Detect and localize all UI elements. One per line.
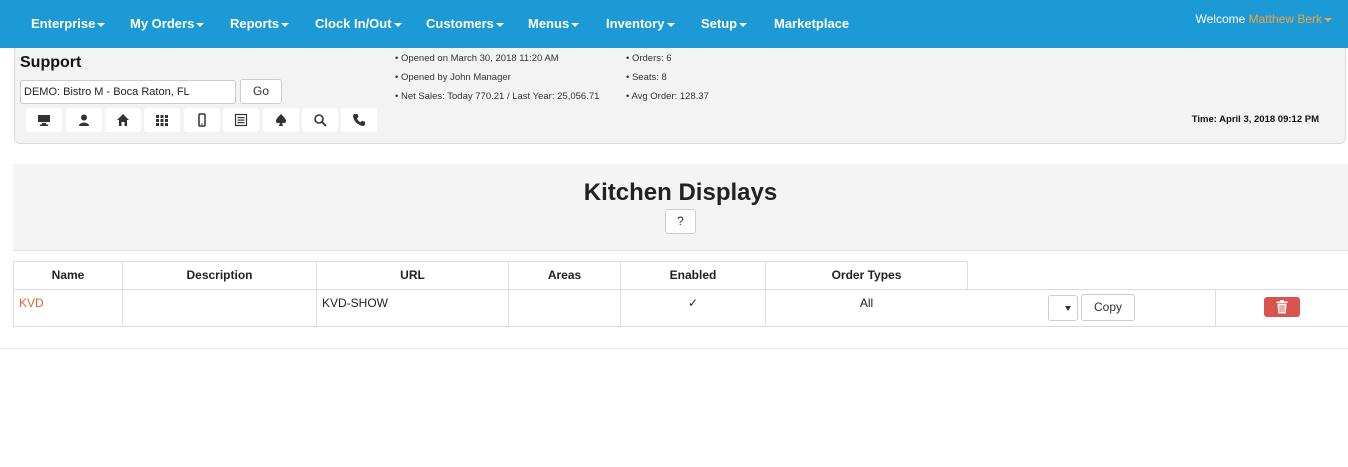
caret-down-icon [97, 22, 106, 27]
nav-item-marketplace[interactable]: Marketplace [774, 16, 849, 31]
info-net-sales: • Net Sales: Today 770.21 / Last Year: 2… [395, 91, 600, 102]
mobile-button[interactable] [184, 108, 220, 132]
phone-button[interactable] [341, 108, 377, 132]
column-header-order-types: Order Types [765, 261, 968, 290]
welcome-text: Welcome [1195, 12, 1246, 26]
user-name: Matthew Berk [1248, 12, 1322, 26]
welcome-area: Welcome Matthew Berk [1195, 12, 1332, 26]
nav-item-enterprise[interactable]: Enterprise [31, 16, 106, 31]
info-opened-by: • Opened by John Manager [395, 72, 511, 83]
search-button[interactable] [302, 108, 338, 132]
copy-dropdown[interactable] [1048, 295, 1078, 321]
grid-button[interactable] [144, 108, 180, 132]
copy-button[interactable]: Copy [1081, 294, 1135, 321]
spade-button[interactable] [263, 108, 299, 132]
caret-down-icon [571, 22, 580, 27]
caret-down-icon [393, 22, 402, 27]
url-value: KVD-SHOW [322, 296, 388, 310]
grid-icon [156, 115, 168, 126]
cell-url: KVD-SHOW [316, 289, 509, 327]
caret-down-icon [495, 22, 504, 27]
go-button[interactable]: Go [240, 79, 282, 104]
user-menu[interactable]: Matthew Berk [1249, 12, 1332, 26]
nav-item-customers[interactable]: Customers [426, 16, 504, 31]
caret-down-icon [1324, 17, 1332, 22]
divider [0, 348, 1348, 349]
delete-button[interactable] [1264, 297, 1300, 317]
nav-label: Customers [426, 16, 494, 31]
nav-item-my-orders[interactable]: My Orders [130, 16, 205, 31]
page-header: Kitchen Displays ? [13, 164, 1348, 251]
nav-label: My Orders [130, 16, 195, 31]
nav-label: Reports [230, 16, 280, 31]
nav-item-setup[interactable]: Setup [701, 16, 748, 31]
column-header-description: Description [122, 261, 317, 290]
caret-down-icon [666, 22, 675, 27]
nav-label: Setup [701, 16, 738, 31]
column-header-name: Name [13, 261, 123, 290]
caret-down-icon [196, 22, 205, 27]
enabled-check: ✓ [687, 296, 699, 310]
nav-label: Clock In/Out [315, 16, 392, 31]
top-nav-bar: Enterprise My Orders Reports Clock In/Ou… [0, 0, 1348, 48]
user-button[interactable] [66, 108, 102, 132]
home-button[interactable] [105, 108, 141, 132]
current-time: Time: April 3, 2018 09:12 PM [1191, 114, 1319, 125]
store-search-input[interactable] [20, 80, 236, 104]
caret-down-icon [739, 22, 748, 27]
trash-icon [1276, 300, 1288, 314]
help-button[interactable]: ? [665, 209, 696, 234]
list-icon [234, 113, 248, 127]
nav-item-inventory[interactable]: Inventory [606, 16, 675, 31]
support-title: Support [20, 54, 82, 71]
cell-order-types: All [765, 289, 968, 327]
caret-down-icon [281, 22, 290, 27]
home-icon [117, 114, 129, 126]
kvd-name-link[interactable]: KVD [19, 296, 44, 310]
nav-label: Menus [528, 16, 570, 31]
monitor-icon [38, 115, 50, 126]
nav-item-reports[interactable]: Reports [230, 16, 290, 31]
search-icon [314, 114, 327, 127]
column-header-areas: Areas [508, 261, 621, 290]
column-header-url: URL [316, 261, 509, 290]
info-seats: • Seats: 8 [626, 72, 667, 83]
user-icon [79, 114, 89, 126]
info-avg-order: • Avg Order: 128.37 [626, 91, 709, 102]
info-orders: • Orders: 6 [626, 53, 672, 64]
cell-name: KVD [13, 289, 123, 327]
list-button[interactable] [223, 108, 259, 132]
spade-icon [276, 114, 286, 126]
nav-item-menus[interactable]: Menus [528, 16, 580, 31]
order-types-value: All [859, 296, 874, 310]
phone-icon [353, 114, 365, 126]
nav-label: Inventory [606, 16, 665, 31]
mobile-icon [198, 113, 206, 127]
info-opened-on: • Opened on March 30, 2018 11:20 AM [395, 53, 559, 64]
cell-description [122, 289, 317, 327]
cell-enabled: ✓ [620, 289, 766, 327]
monitor-button[interactable] [26, 108, 62, 132]
nav-item-clock-in-out[interactable]: Clock In/Out [315, 16, 402, 31]
support-panel: Support Go • Opened on March 30, 2018 11… [14, 48, 1346, 144]
page-title: Kitchen Displays [583, 179, 778, 206]
column-header-enabled: Enabled [620, 261, 766, 290]
cell-areas [508, 289, 621, 327]
nav-label: Enterprise [31, 16, 96, 31]
nav-label: Marketplace [774, 16, 850, 31]
caret-down-icon [1065, 306, 1071, 311]
